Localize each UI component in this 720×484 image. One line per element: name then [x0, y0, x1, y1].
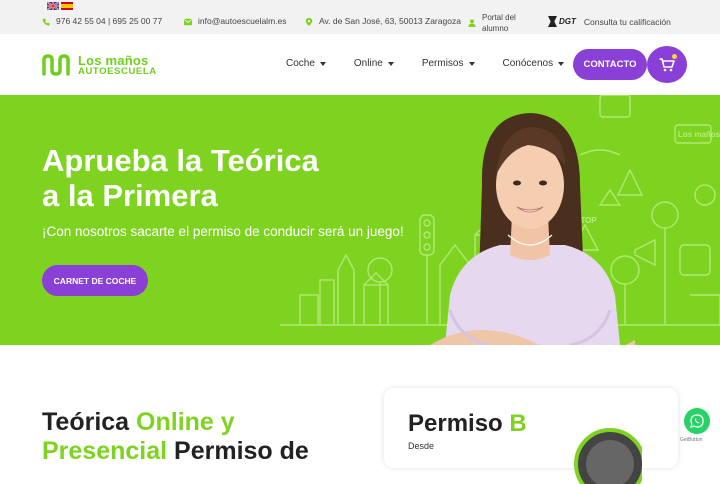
phone-text: 976 42 55 04 | 695 25 00 77 — [56, 16, 163, 26]
dgt-mark-icon — [548, 16, 557, 27]
phone-info[interactable]: 976 42 55 04 | 695 25 00 77 — [42, 17, 162, 26]
chevron-down-icon — [468, 61, 475, 66]
english-flag-icon[interactable] — [47, 2, 59, 10]
top-bar: 976 42 55 04 | 695 25 00 77 info@autoesc… — [0, 0, 720, 34]
section-title: Teórica Online y Presencial Permiso de — [42, 408, 309, 466]
section-title-part-c: Presencial — [42, 437, 168, 465]
address-text: Av. de San José, 63, 50013 Zaragoza — [319, 16, 461, 26]
chevron-down-icon — [387, 61, 394, 66]
sign-los-manos-label: Los maños — [678, 130, 720, 139]
logo-line-2: autoescuela — [78, 66, 157, 77]
portal-text: Portal del alumno — [482, 13, 516, 33]
logo-text: Los maños autoescuela — [78, 54, 157, 77]
main-nav: Coche Online Permisos Conócenos — [286, 58, 592, 69]
section-title-part-d: Permiso de — [167, 437, 309, 465]
main-header: Los maños autoescuela Coche Online Permi… — [0, 34, 720, 95]
whatsapp-icon — [690, 414, 704, 428]
hero-title: Aprueba la Teórica a la Primera — [42, 143, 319, 213]
language-switcher — [47, 2, 73, 10]
email-text: info@autoescuelalm.es — [198, 16, 287, 26]
section-title-part-b: Online y — [136, 408, 235, 436]
site-logo[interactable]: Los maños autoescuela — [42, 54, 157, 77]
dgt-link-text: Consulta tu calificación — [583, 16, 671, 27]
phone-icon — [42, 18, 50, 25]
dgt-results-link[interactable]: DGT Consulta tu calificación — [548, 16, 671, 27]
student-portal-link[interactable]: Portal del alumno — [468, 12, 522, 34]
section-title-part-a: Teórica — [42, 408, 137, 436]
hero-title-line-1: Aprueba la Teórica — [42, 143, 319, 178]
spanish-flag-icon[interactable] — [61, 2, 73, 10]
hero-banner: Los maños STOP Aprueba la Teórica a la P… — [0, 95, 720, 345]
hero-title-line-2: a la Primera — [42, 178, 218, 213]
chevron-down-icon — [319, 61, 326, 66]
nav-item-coche[interactable]: Coche — [286, 58, 326, 69]
envelope-icon — [184, 18, 192, 25]
steering-wheel-icon — [574, 428, 642, 484]
nav-item-online[interactable]: Online — [354, 58, 394, 69]
smiling-woman-image — [430, 113, 635, 345]
user-icon — [468, 19, 476, 27]
address-info[interactable]: Av. de San José, 63, 50013 Zaragoza — [305, 17, 461, 26]
cart-button[interactable] — [647, 46, 687, 83]
shopping-cart-icon — [659, 57, 675, 71]
email-info[interactable]: info@autoescuelalm.es — [184, 17, 286, 26]
contact-button[interactable]: CONTACTO — [573, 49, 647, 80]
card-title: Permiso B — [408, 410, 527, 437]
nav-item-permisos[interactable]: Permisos — [422, 58, 475, 69]
chevron-down-icon — [558, 61, 565, 66]
nav-item-conocenos[interactable]: Conócenos — [503, 58, 565, 69]
license-b-card[interactable]: Permiso B Desde — [384, 388, 678, 484]
hero-subtitle: ¡Con nosotros sacarte el permiso de cond… — [42, 224, 404, 239]
car-license-button[interactable]: CARNET DE COCHE — [42, 265, 148, 296]
dgt-logo: DGT — [548, 16, 576, 27]
getbutton-label: GetButton — [680, 437, 703, 443]
location-pin-icon — [305, 17, 313, 26]
whatsapp-button[interactable] — [684, 408, 710, 434]
logo-mark-icon — [42, 54, 70, 77]
cart-badge — [672, 54, 677, 59]
